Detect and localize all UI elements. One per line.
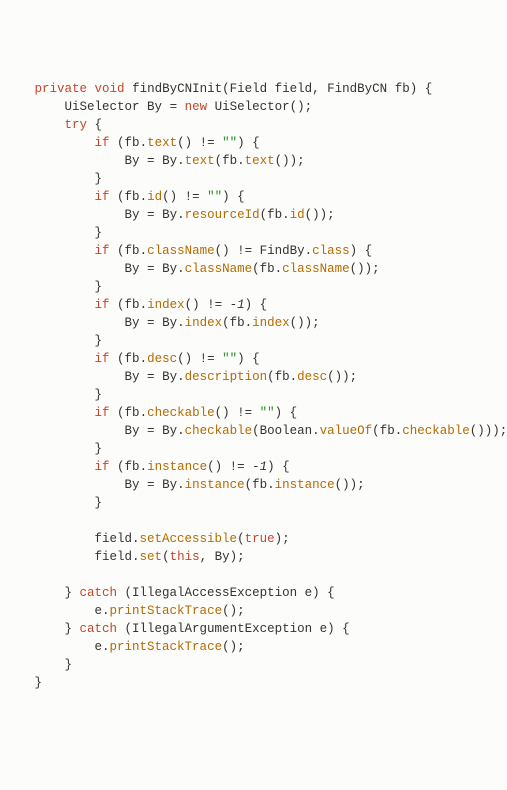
m-instance3: instance	[275, 478, 335, 492]
id-e2b: e	[95, 640, 103, 654]
id-fb7: fb	[125, 460, 140, 474]
str-e2: ""	[207, 190, 222, 204]
id-By8: By	[215, 550, 230, 564]
m-text2: text	[185, 154, 215, 168]
id-fb5: fb	[125, 352, 140, 366]
id-fb4b: fb	[230, 316, 245, 330]
kw-if-7: if	[95, 460, 110, 474]
code-block: private void findByCNInit(Field field, F…	[12, 80, 495, 692]
id-fb1b: fb	[222, 154, 237, 168]
id-By1: By	[125, 154, 140, 168]
num-m1a: -1	[230, 298, 245, 312]
id-Boolean: Boolean	[260, 424, 313, 438]
id-field2: field	[95, 550, 133, 564]
m-className: className	[147, 244, 215, 258]
m-index: index	[147, 298, 185, 312]
num-m1b: -1	[252, 460, 267, 474]
m-checkable3: checkable	[402, 424, 470, 438]
str-e1: ""	[222, 136, 237, 150]
id-By5b: By	[162, 370, 177, 384]
kw-true: true	[245, 532, 275, 546]
id-e2: e	[320, 622, 328, 636]
kw-void: void	[95, 82, 125, 96]
m-instance2: instance	[185, 478, 245, 492]
id-fb3: fb	[125, 244, 140, 258]
kw-if-4: if	[95, 298, 110, 312]
id-UiSelector2: UiSelector	[215, 100, 290, 114]
id-By: By	[147, 100, 162, 114]
m-checkable2: checkable	[185, 424, 253, 438]
m-desc: desc	[147, 352, 177, 366]
str-e3: ""	[222, 352, 237, 366]
kw-if-1: if	[95, 136, 110, 150]
kw-if-2: if	[95, 190, 110, 204]
kw-catch2: catch	[80, 622, 118, 636]
kw-if-5: if	[95, 352, 110, 366]
id-field: field	[275, 82, 313, 96]
m-setAccessible: setAccessible	[140, 532, 238, 546]
m-pst2: printStackTrace	[110, 640, 223, 654]
id-Field: Field	[230, 82, 268, 96]
kw-if-3: if	[95, 244, 110, 258]
m-description: description	[185, 370, 268, 384]
id-By3b: By	[162, 262, 177, 276]
m-className3: className	[282, 262, 350, 276]
id-UiSelector: UiSelector	[65, 100, 140, 114]
kw-catch1: catch	[80, 586, 118, 600]
id-IAE: IllegalAccessException	[132, 586, 297, 600]
id-fb7b: fb	[252, 478, 267, 492]
id-fb1: fb	[125, 136, 140, 150]
id-fb5b: fb	[275, 370, 290, 384]
m-resourceId: resourceId	[185, 208, 260, 222]
kw-if-6: if	[95, 406, 110, 420]
id-By6b: By	[162, 424, 177, 438]
id-FindByCN: FindByCN	[327, 82, 387, 96]
id-fb2b: fb	[267, 208, 282, 222]
id-fb: fb	[395, 82, 410, 96]
m-text: text	[147, 136, 177, 150]
id-e1b: e	[95, 604, 103, 618]
m-id2: id	[290, 208, 305, 222]
id-By3: By	[125, 262, 140, 276]
m-index3: index	[252, 316, 290, 330]
kw-try: try	[65, 118, 88, 132]
kw-private: private	[35, 82, 88, 96]
m-checkable: checkable	[147, 406, 215, 420]
id-By2: By	[125, 208, 140, 222]
m-id: id	[147, 190, 162, 204]
id-fb3b: fb	[260, 262, 275, 276]
id-By7: By	[125, 478, 140, 492]
id-By4b: By	[162, 316, 177, 330]
m-instance: instance	[147, 460, 207, 474]
id-By6: By	[125, 424, 140, 438]
id-By1b: By	[162, 154, 177, 168]
id-findByCNInit: findByCNInit	[132, 82, 222, 96]
m-set: set	[140, 550, 163, 564]
id-fb2: fb	[125, 190, 140, 204]
id-IArgE: IllegalArgumentException	[132, 622, 312, 636]
m-text3: text	[245, 154, 275, 168]
kw-this: this	[170, 550, 200, 564]
m-index2: index	[185, 316, 223, 330]
id-By5: By	[125, 370, 140, 384]
id-field1: field	[95, 532, 133, 546]
kw-new: new	[185, 100, 208, 114]
id-FindBy: FindBy	[260, 244, 305, 258]
id-By2b: By	[162, 208, 177, 222]
id-fb4: fb	[125, 298, 140, 312]
kw-class: class	[312, 244, 350, 258]
str-e4: ""	[260, 406, 275, 420]
id-fb6b: fb	[380, 424, 395, 438]
m-valueOf: valueOf	[320, 424, 373, 438]
m-desc2: desc	[297, 370, 327, 384]
id-By4: By	[125, 316, 140, 330]
m-className2: className	[185, 262, 253, 276]
m-pst1: printStackTrace	[110, 604, 223, 618]
id-By7b: By	[162, 478, 177, 492]
id-fb6: fb	[125, 406, 140, 420]
id-e1: e	[305, 586, 313, 600]
